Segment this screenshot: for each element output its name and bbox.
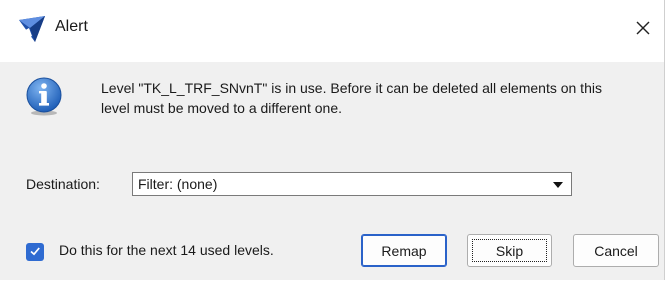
app-logo-icon (17, 14, 47, 44)
close-icon (635, 20, 651, 39)
title-bar: Alert (0, 0, 664, 62)
cancel-button-label: Cancel (594, 242, 638, 259)
alert-dialog: Alert Level "TK_L_TRF_SNvnT" is in use. … (0, 0, 665, 280)
skip-button-label: Skip (495, 242, 524, 259)
destination-label: Destination: (26, 176, 100, 192)
destination-dropdown[interactable]: Filter: (none) (132, 172, 572, 196)
checkmark-icon (29, 244, 41, 260)
dialog-body: Level "TK_L_TRF_SNvnT" is in use. Before… (0, 62, 664, 280)
skip-button[interactable]: Skip (467, 234, 552, 267)
close-button[interactable] (628, 14, 658, 44)
destination-selected-value: Filter: (none) (138, 176, 218, 192)
alert-message: Level "TK_L_TRF_SNvnT" is in use. Before… (101, 80, 602, 116)
cancel-button[interactable]: Cancel (573, 234, 659, 267)
apply-to-all-checkbox[interactable] (26, 243, 44, 261)
window-title: Alert (55, 18, 88, 35)
info-icon (24, 76, 64, 116)
chevron-down-icon (553, 182, 563, 188)
remap-button-label: Remap (381, 242, 427, 259)
remap-button[interactable]: Remap (361, 234, 447, 267)
apply-to-all-label: Do this for the next 14 used levels. (59, 242, 274, 258)
